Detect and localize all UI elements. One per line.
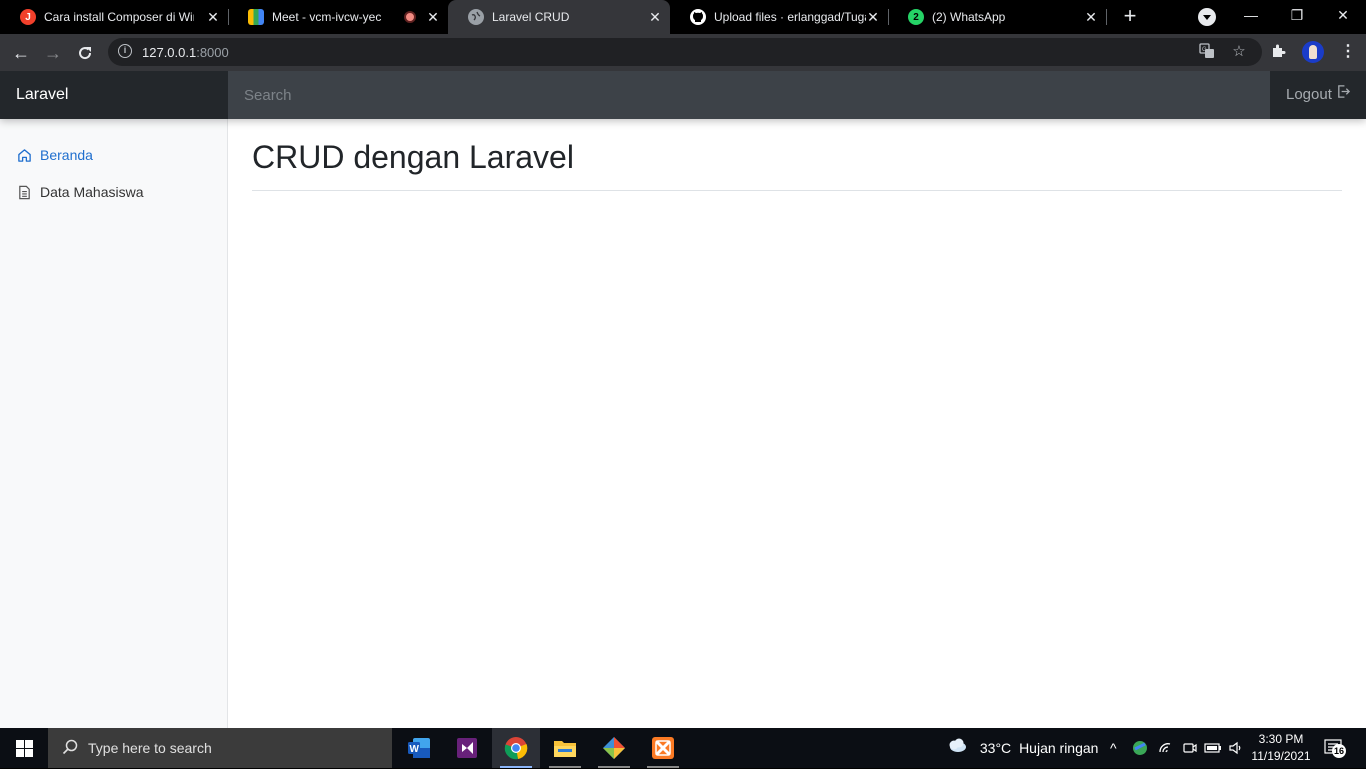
clock-date: 11/19/2021 — [1251, 749, 1311, 763]
tab-title: Laravel CRUD — [492, 10, 570, 24]
close-icon[interactable]: ✕ — [426, 10, 440, 24]
taskbar-search-box[interactable]: Type here to search — [48, 728, 392, 768]
home-icon — [16, 147, 32, 163]
brand-link[interactable]: Laravel — [0, 71, 228, 119]
url-text: 127.0.0.1:8000 — [142, 45, 229, 60]
windows-start-button[interactable] — [0, 728, 48, 768]
whatsapp-icon: 2 — [908, 9, 924, 25]
weather-widget[interactable]: 33°C Hujan ringan — [946, 728, 1098, 768]
new-tab-button[interactable]: + — [1118, 5, 1142, 29]
svg-text:G: G — [1202, 47, 1207, 53]
sidebar-item-beranda[interactable]: Beranda — [16, 145, 93, 165]
close-icon[interactable]: ✕ — [866, 10, 880, 24]
sidebar-item-label: Beranda — [40, 147, 93, 163]
volume-icon[interactable] — [1228, 740, 1244, 756]
logout-label: Logout — [1286, 86, 1332, 103]
system-clock[interactable]: 3:30 PM 11/19/2021 — [1248, 731, 1314, 765]
google-meet-icon — [248, 9, 264, 25]
battery-icon[interactable] — [1204, 740, 1222, 756]
svg-text:W: W — [410, 744, 420, 755]
document-icon — [16, 184, 32, 200]
visual-studio-icon[interactable] — [443, 728, 491, 768]
close-icon[interactable]: ✕ — [648, 10, 662, 24]
restore-button[interactable]: ❐ — [1274, 0, 1320, 30]
xampp-icon[interactable] — [639, 728, 687, 768]
chrome-icon[interactable] — [492, 728, 540, 768]
word-icon[interactable]: W — [395, 728, 443, 768]
back-button[interactable]: ← — [8, 40, 34, 66]
search-icon — [62, 739, 78, 758]
web-page: Laravel Logout Beranda Data Mahasiswa CR… — [0, 71, 1366, 728]
recording-icon — [404, 11, 416, 23]
browser-toolbar: ← → i 127.0.0.1:8000 G ☆ ⋮ — [0, 34, 1366, 71]
wifi-icon[interactable] — [1158, 740, 1174, 756]
minimize-button[interactable]: — — [1228, 0, 1274, 30]
main-content: CRUD dengan Laravel — [252, 119, 1342, 191]
page-title: CRUD dengan Laravel — [252, 139, 574, 175]
tab-title: (2) WhatsApp — [932, 10, 1006, 24]
notification-count-badge: 16 — [1332, 744, 1346, 758]
file-explorer-icon[interactable] — [541, 728, 589, 768]
profile-avatar[interactable] — [1302, 41, 1324, 63]
github-icon — [690, 9, 706, 25]
globe-icon — [468, 9, 484, 25]
tab-meet[interactable]: Meet - vcm-ivcw-yec ✕ — [228, 0, 448, 34]
weather-temp: 33°C — [979, 740, 1012, 756]
tab-title: Upload files · erlanggad/Tuga — [714, 10, 866, 24]
tab-composer[interactable]: J Cara install Composer di Wind ✕ — [0, 0, 228, 34]
jotform-icon: J — [20, 9, 36, 25]
clock-time: 3:30 PM — [1258, 732, 1304, 746]
translate-icon[interactable]: G — [1198, 43, 1216, 61]
sidebar-item-label: Data Mahasiswa — [40, 184, 144, 200]
divider — [252, 190, 1342, 191]
close-icon[interactable]: ✕ — [206, 10, 220, 24]
tab-strip: J Cara install Composer di Wind ✕ Meet -… — [0, 0, 1366, 34]
close-window-button[interactable]: ✕ — [1320, 0, 1366, 30]
logout-link[interactable]: Logout — [1270, 71, 1366, 119]
reload-button[interactable] — [72, 40, 98, 66]
network-app-tray-icon[interactable] — [1132, 740, 1148, 756]
bookmark-star-icon[interactable]: ☆ — [1230, 43, 1248, 61]
notification-center-icon[interactable]: 16 — [1324, 739, 1346, 758]
tab-github[interactable]: Upload files · erlanggad/Tuga ✕ — [670, 0, 888, 34]
meet-now-icon[interactable] — [1182, 740, 1198, 756]
logout-icon — [1336, 71, 1351, 119]
weather-cloud-icon — [946, 729, 968, 769]
sidebar-item-data-mahasiswa[interactable]: Data Mahasiswa — [16, 182, 144, 202]
tab-whatsapp[interactable]: 2 (2) WhatsApp ✕ — [888, 0, 1106, 34]
site-info-icon[interactable]: i — [118, 44, 132, 58]
taskbar-search-placeholder: Type here to search — [88, 740, 212, 756]
show-hidden-icons-chevron-icon[interactable]: ^ — [1110, 728, 1117, 768]
tab-title: Meet - vcm-ivcw-yec — [272, 10, 382, 24]
extensions-icon[interactable] — [1270, 43, 1288, 61]
close-icon[interactable]: ✕ — [1084, 10, 1098, 24]
search-input[interactable] — [228, 71, 1270, 119]
forward-button[interactable]: → — [40, 40, 66, 66]
weather-desc: Hujan ringan — [1019, 740, 1099, 756]
tab-title: Cara install Composer di Wind — [44, 10, 194, 24]
git-icon[interactable] — [590, 728, 638, 768]
sidebar: Beranda Data Mahasiswa — [0, 119, 228, 728]
address-bar[interactable]: i 127.0.0.1:8000 G ☆ — [108, 38, 1262, 66]
browser-menu-icon[interactable]: ⋮ — [1340, 42, 1356, 62]
tab-laravel-crud[interactable]: Laravel CRUD ✕ — [448, 0, 670, 34]
top-navbar: Laravel Logout — [0, 71, 1366, 119]
taskbar: Type here to search W 33°C Hujan ringan … — [0, 728, 1366, 768]
tab-search-button[interactable] — [1198, 8, 1216, 26]
